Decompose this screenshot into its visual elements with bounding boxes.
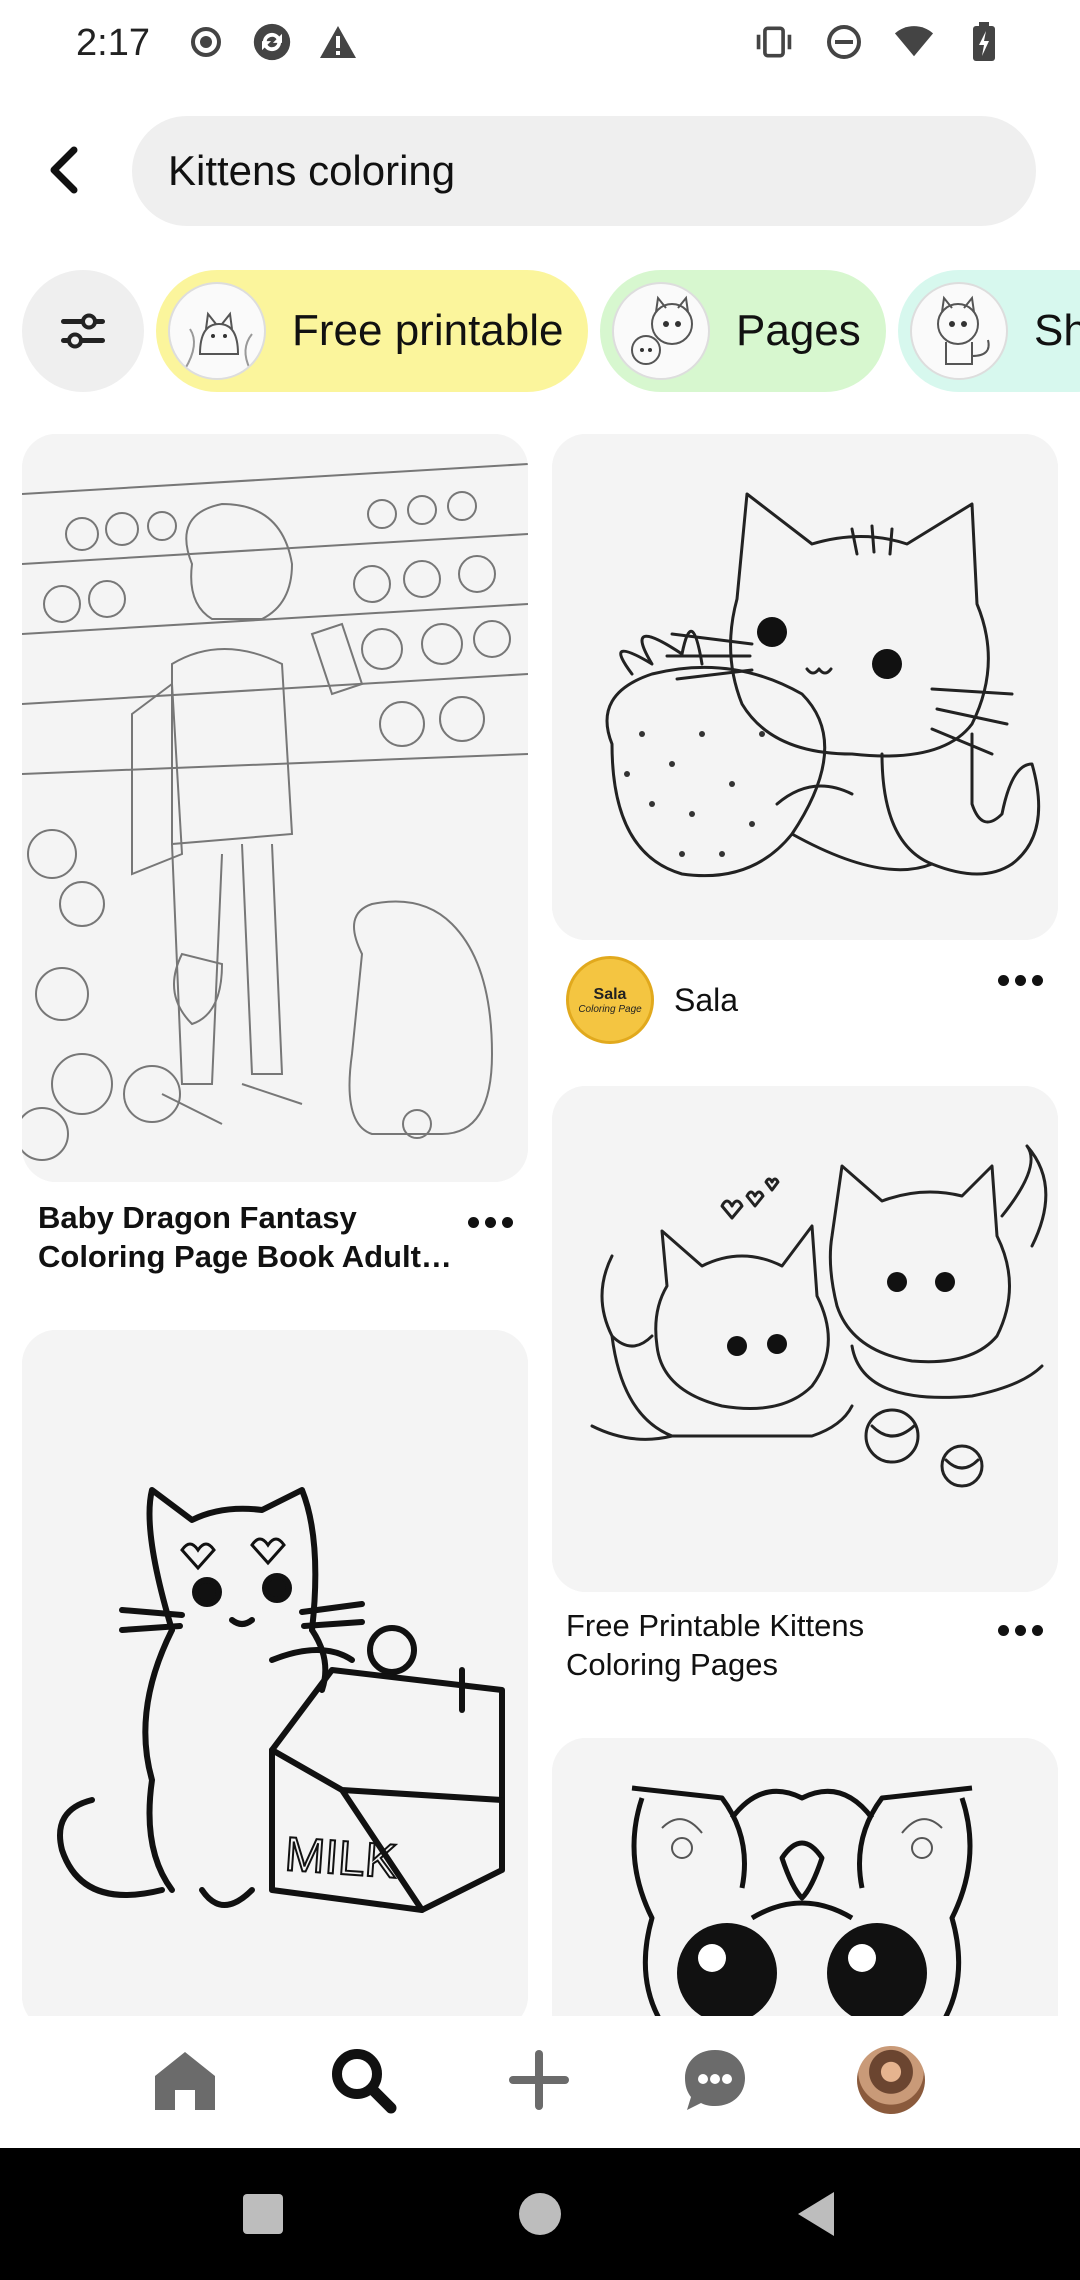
avatar-text: Sala: [593, 985, 627, 1003]
recents-button[interactable]: [233, 2184, 293, 2244]
more-options-button[interactable]: [990, 960, 1050, 1000]
pin-title-line: Baby Dragon Fantasy: [38, 1200, 357, 1235]
chip-sh[interactable]: Sh: [898, 270, 1080, 392]
coloring-illustration: MILK: [22, 1330, 528, 2016]
back-button[interactable]: [30, 134, 98, 206]
pin-title-line: Coloring Pages: [566, 1647, 778, 1682]
pin-title-line: Free Printable Kittens: [566, 1608, 865, 1643]
profile-avatar: [857, 2046, 925, 2114]
battery-charging-icon: [964, 20, 1004, 64]
system-navigation-bar: [0, 2148, 1080, 2280]
nav-profile[interactable]: [849, 2038, 933, 2122]
chip-pages[interactable]: Pages: [600, 270, 886, 392]
pin-title-line: Coloring Page Book Adult…: [38, 1239, 452, 1274]
sync-icon: [252, 20, 292, 64]
chip-thumbnail: [910, 282, 1008, 380]
milk-label: MILK: [283, 1828, 398, 1889]
plus-icon: [509, 2050, 569, 2110]
home-system-button[interactable]: [510, 2184, 570, 2244]
pin-image-cat-milk[interactable]: MILK: [22, 1330, 528, 2016]
sliders-icon: [61, 313, 105, 349]
chip-free-printable[interactable]: Free printable: [156, 270, 588, 392]
coloring-illustration: [552, 1086, 1058, 1592]
search-box[interactable]: [132, 116, 1036, 226]
pin-image-girl-grocery[interactable]: [22, 434, 528, 1182]
pin-grid: Baby Dragon Fantasy Coloring Page Book A…: [0, 430, 1080, 2016]
home-circle-icon: [519, 2193, 561, 2235]
pin-image-two-kittens[interactable]: [552, 1086, 1058, 1592]
pin-image-ornate-cat[interactable]: [552, 1738, 1058, 2016]
creator-avatar: Sala Coloring Page: [566, 956, 654, 1044]
nav-search[interactable]: [321, 2038, 405, 2122]
coloring-illustration: [552, 1738, 1058, 2016]
filter-button[interactable]: [22, 270, 144, 392]
pin-title[interactable]: Baby Dragon Fantasy Coloring Page Book A…: [38, 1198, 468, 1276]
record-icon: [186, 20, 226, 64]
back-system-button[interactable]: [786, 2184, 846, 2244]
status-left-icons: [186, 20, 358, 64]
search-icon: [332, 2049, 397, 2114]
messages-icon: [685, 2050, 745, 2110]
status-right-icons: [754, 20, 1004, 64]
recents-icon: [243, 2194, 283, 2234]
chip-thumbnail: [612, 282, 710, 380]
wifi-icon: [894, 20, 934, 64]
coloring-illustration: [22, 434, 528, 1182]
coloring-illustration: [552, 434, 1058, 940]
back-triangle-icon: [798, 2192, 834, 2236]
vibrate-icon: [754, 20, 794, 64]
status-bar: 2:17: [0, 0, 1080, 86]
chip-label: Sh: [1034, 306, 1080, 355]
more-options-button[interactable]: [990, 1610, 1050, 1650]
pin-image-cat-strawberry[interactable]: [552, 434, 1058, 940]
bottom-navigation: [0, 2016, 1080, 2148]
warning-icon: [318, 20, 358, 64]
filter-chips-row: Free printable Pages Sh: [0, 268, 1080, 392]
search-input[interactable]: [168, 147, 1036, 195]
nav-create[interactable]: [497, 2038, 581, 2122]
pin-creator[interactable]: Sala Coloring Page Sala: [566, 956, 738, 1044]
do-not-disturb-icon: [824, 20, 864, 64]
home-icon: [155, 2052, 215, 2110]
more-options-button[interactable]: [460, 1202, 520, 1242]
nav-messages[interactable]: [673, 2038, 757, 2122]
creator-name: Sala: [674, 981, 739, 1018]
nav-home[interactable]: [143, 2038, 227, 2122]
chevron-left-icon: [50, 146, 78, 194]
chip-label: Pages: [736, 306, 861, 355]
avatar-text: Coloring Page: [578, 1003, 642, 1015]
chip-thumbnail: [168, 282, 266, 380]
pin-title[interactable]: Free Printable Kittens Coloring Pages: [566, 1606, 976, 1684]
chip-label: Free printable: [292, 306, 564, 355]
status-time: 2:17: [76, 22, 150, 64]
